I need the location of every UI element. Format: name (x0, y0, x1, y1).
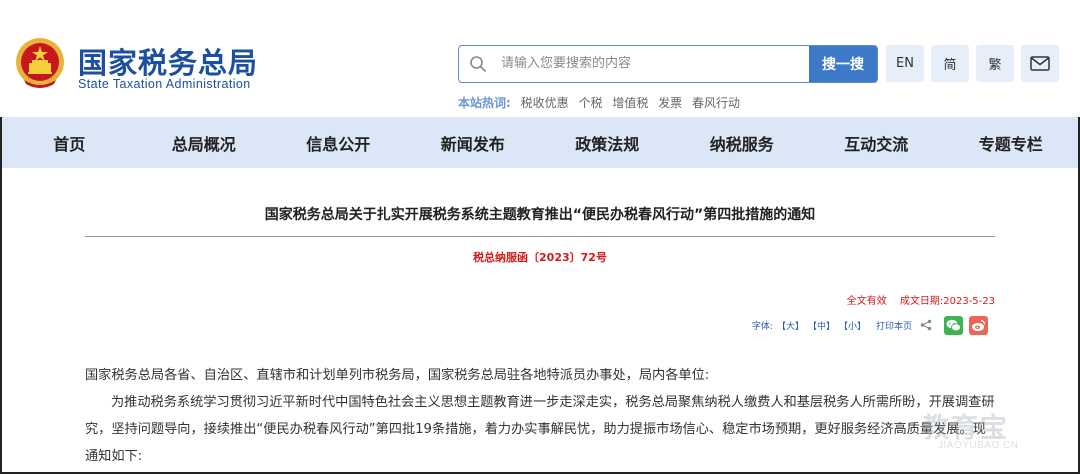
share-icon[interactable] (920, 319, 932, 331)
hot-search-item[interactable]: 增值税 (612, 96, 648, 110)
nav-item-overview[interactable]: 总局概况 (137, 117, 272, 168)
national-emblem-icon (16, 38, 64, 88)
nav-item-topics[interactable]: 专题专栏 (944, 117, 1079, 168)
print-link[interactable]: 打印本页 (876, 319, 912, 332)
nav-item-tax-service[interactable]: 纳税服务 (675, 117, 810, 168)
search-box: 搜一搜 (458, 45, 878, 83)
document-date: 2023-5-23 (943, 296, 995, 307)
nav-item-disclosure[interactable]: 信息公开 (271, 117, 406, 168)
watermark-url: JIAOYUBAO.CN (938, 440, 1019, 451)
english-button[interactable]: EN (886, 45, 924, 82)
title-divider (85, 236, 995, 237)
simplified-chinese-button[interactable]: 简 (931, 45, 969, 82)
mail-icon (1030, 56, 1050, 71)
article-meta: 全文有效 成文日期:2023-5-23 (847, 292, 995, 307)
hot-search-item[interactable]: 春风行动 (692, 96, 740, 110)
traditional-chinese-button[interactable]: 繁 (976, 45, 1014, 82)
mail-button[interactable] (1021, 45, 1059, 82)
site-logo-subtitle[interactable]: State Taxation Administration (78, 77, 251, 91)
font-large-link[interactable]: 【大】 (777, 319, 804, 332)
hot-search-item[interactable]: 发票 (658, 96, 682, 110)
weibo-share-icon[interactable] (969, 315, 988, 335)
font-medium-link[interactable]: 【中】 (808, 319, 835, 332)
nav-item-policy[interactable]: 政策法规 (540, 117, 675, 168)
hot-search-label: 本站热词: (458, 96, 511, 110)
body-paragraph: 为推动税务系统学习贯彻习近平新时代中国特色社会主义思想主题教育进一步走深走实，税… (85, 395, 995, 464)
nav-item-home[interactable]: 首页 (2, 117, 137, 168)
nav-item-interaction[interactable]: 互动交流 (809, 117, 944, 168)
date-label: 成文日期: (899, 296, 944, 307)
search-input[interactable] (501, 46, 801, 81)
article-title: 国家税务总局关于扎实开展税务系统主题教育推出“便民办税春风行动”第四批措施的通知 (264, 207, 816, 223)
document-number: 税总纳服函〔2023〕72号 (473, 251, 607, 264)
hot-search-item[interactable]: 税收优惠 (521, 96, 569, 110)
wechat-share-icon[interactable] (944, 315, 963, 335)
site-header: 国家税务总局 State Taxation Administration 搜一搜… (0, 0, 1080, 117)
article-tools: 字体: 【大】 【中】 【小】 打印本页 (752, 315, 988, 335)
watermark-logo: 教育宝 JIAOYUBAO.CN (920, 406, 1060, 458)
nav-item-news[interactable]: 新闻发布 (406, 117, 541, 168)
search-icon (470, 56, 486, 72)
search-button[interactable]: 搜一搜 (809, 46, 877, 82)
hot-search-item[interactable]: 个税 (578, 96, 602, 110)
main-nav: 首页 总局概况 信息公开 新闻发布 政策法规 纳税服务 互动交流 专题专栏 (2, 117, 1078, 168)
salutation-paragraph: 国家税务总局各省、自治区、直辖市和计划单列市税务局，国家税务总局驻各地特派员办事… (85, 368, 710, 383)
font-size-label: 字体: (751, 321, 773, 332)
font-small-link[interactable]: 【小】 (839, 319, 866, 332)
hot-search-bar: 本站热词: 税收优惠 个税 增值税 发票 春风行动 (458, 94, 746, 111)
site-logo-title[interactable]: 国家税务总局 (78, 40, 258, 82)
validity-status: 全文有效 (846, 296, 887, 307)
